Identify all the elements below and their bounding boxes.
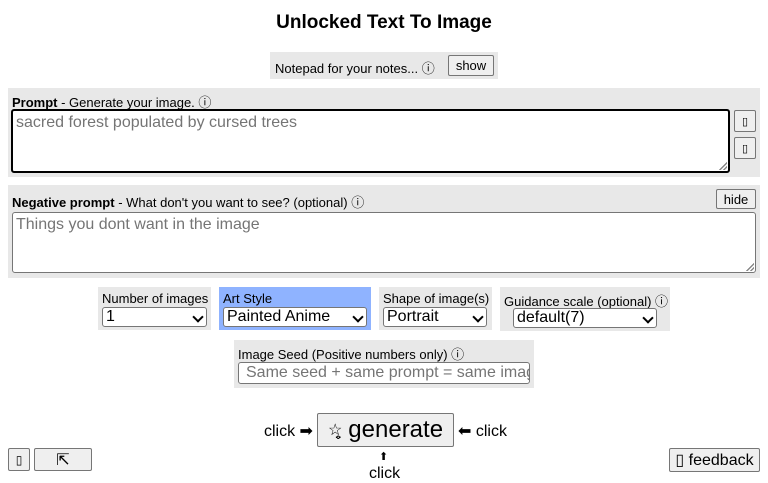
prompt-placeholder: sacred forest populated by cursed trees	[16, 114, 298, 131]
shape-select[interactable]: Portrait	[383, 307, 487, 327]
resize-handle-icon[interactable]	[746, 263, 754, 271]
negative-prompt-panel: Negative prompt - What don't you want to…	[8, 185, 760, 278]
feedback-button[interactable]: ▯ feedback	[669, 448, 760, 472]
up-arrow-icon: ⬆	[379, 451, 389, 463]
prompt-input[interactable]: sacred forest populated by cursed trees	[11, 109, 730, 173]
prompt-panel: Prompt - Generate your image. ⓘ sacred f…	[8, 88, 760, 177]
num-images-select[interactable]: 1	[102, 307, 207, 327]
notepad-bar: Notepad for your notes... ⓘ show	[270, 52, 498, 79]
negative-prompt-label-title: Negative prompt	[12, 195, 115, 210]
generate-hint-right: ⬅ click	[458, 423, 507, 440]
generate-button[interactable]: ☆̤̥ generate	[317, 413, 454, 447]
sparkle-icon: ☆̤̥	[327, 422, 343, 439]
generate-hint-below: click	[369, 465, 401, 482]
guidance-label-text: Guidance scale (optional)	[504, 294, 652, 309]
negative-prompt-input[interactable]: Things you dont want in the image	[12, 212, 756, 273]
seed-placeholder: Same seed + same prompt = same image	[246, 364, 530, 381]
resize-handle-icon[interactable]	[719, 162, 727, 170]
generate-hint-left: click ➡	[264, 423, 313, 440]
shape-value: Portrait	[387, 308, 439, 325]
negative-prompt-label: Negative prompt - What don't you want to…	[12, 192, 364, 211]
negative-prompt-label-desc: - What don't you want to see? (optional)	[114, 195, 348, 210]
art-style-select[interactable]: Painted Anime	[223, 307, 367, 327]
chevron-down-icon	[352, 311, 364, 323]
info-icon[interactable]: ⓘ	[351, 195, 364, 210]
chevron-down-icon	[642, 312, 654, 324]
seed-label-text: Image Seed (Positive numbers only)	[238, 347, 448, 362]
shape-label: Shape of image(s)	[383, 291, 490, 306]
negative-prompt-placeholder: Things you dont want in the image	[16, 216, 260, 233]
generate-button-label: generate	[348, 416, 444, 443]
art-style-value: Painted Anime	[227, 308, 331, 325]
prompt-label-title: Prompt	[12, 95, 58, 110]
notepad-label-text: Notepad for your notes...	[275, 61, 419, 76]
guidance-box: Guidance scale (optional) ⓘ default(7)	[500, 287, 670, 331]
num-images-label: Number of images	[102, 291, 209, 306]
footer-left-button[interactable]: ▯	[8, 448, 30, 471]
notepad-label: Notepad for your notes... ⓘ	[275, 58, 435, 77]
num-images-box: Number of images 1	[98, 287, 211, 330]
info-icon[interactable]: ⓘ	[198, 95, 211, 110]
info-icon[interactable]: ⓘ	[422, 61, 435, 76]
art-style-label: Art Style	[223, 291, 273, 306]
num-images-value: 1	[106, 308, 115, 325]
art-style-box: Art Style Painted Anime	[219, 287, 371, 330]
chevron-down-icon	[472, 311, 484, 323]
page-title: Unlocked Text To Image	[276, 12, 492, 33]
shape-box: Shape of image(s) Portrait	[379, 287, 492, 330]
guidance-value: default(7)	[517, 309, 585, 326]
info-icon[interactable]: ⓘ	[451, 347, 464, 362]
expand-icon[interactable]: ⇱	[34, 448, 92, 471]
negative-prompt-hide-button[interactable]: hide	[716, 189, 756, 209]
info-icon[interactable]: ⓘ	[655, 294, 668, 309]
chevron-down-icon	[192, 311, 204, 323]
notepad-show-button[interactable]: show	[448, 55, 494, 76]
seed-input[interactable]: Same seed + same prompt = same image	[238, 362, 530, 384]
prompt-side-button-2[interactable]: ▯	[734, 137, 756, 159]
prompt-side-button-1[interactable]: ▯	[734, 110, 756, 132]
seed-label: Image Seed (Positive numbers only) ⓘ	[238, 344, 464, 363]
prompt-label-desc: - Generate your image.	[57, 95, 195, 110]
seed-box: Image Seed (Positive numbers only) ⓘ Sam…	[234, 340, 534, 388]
guidance-select[interactable]: default(7)	[513, 308, 657, 328]
